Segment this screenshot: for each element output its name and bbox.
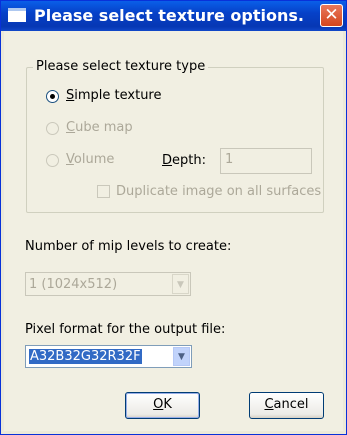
simple-texture-label[interactable]: Simple texture [66,88,162,103]
dialog-title: Please select texture options. [34,6,304,25]
close-icon: ✕ [324,5,339,25]
depth-input[interactable]: 1 [220,148,312,174]
volume-label[interactable]: Volume [66,152,114,167]
texture-type-group-label: Please select texture type [33,59,209,74]
window-icon [8,8,26,22]
cube-map-radio[interactable] [46,122,59,135]
chevron-down-icon[interactable]: ▼ [172,274,189,294]
cancel-button[interactable]: Cancel [249,392,324,419]
title-bar[interactable]: Please select texture options. ✕ [1,1,346,31]
volume-radio[interactable] [46,154,59,167]
pixel-format-value: A32B32G32R32F [29,349,142,364]
simple-texture-radio[interactable] [46,90,59,103]
mip-levels-value: 1 (1024x512) [29,277,118,292]
cube-map-label[interactable]: Cube map [66,120,133,135]
mip-levels-select[interactable]: 1 (1024x512) ▼ [25,272,191,296]
depth-label: Depth: [162,153,206,168]
radio-selected-dot [50,94,55,99]
pixel-format-label: Pixel format for the output file: [25,322,226,337]
duplicate-surfaces-label[interactable]: Duplicate image on all surfaces [116,184,321,199]
close-button[interactable]: ✕ [320,4,343,27]
mip-levels-label: Number of mip levels to create: [25,239,232,254]
duplicate-surfaces-checkbox[interactable] [97,185,110,198]
texture-options-dialog: Please select texture options. ✕ Please … [0,0,347,435]
ok-button[interactable]: OK [125,392,200,419]
chevron-down-icon[interactable]: ▼ [173,347,190,366]
pixel-format-select[interactable]: A32B32G32R32F ▼ [25,345,192,368]
